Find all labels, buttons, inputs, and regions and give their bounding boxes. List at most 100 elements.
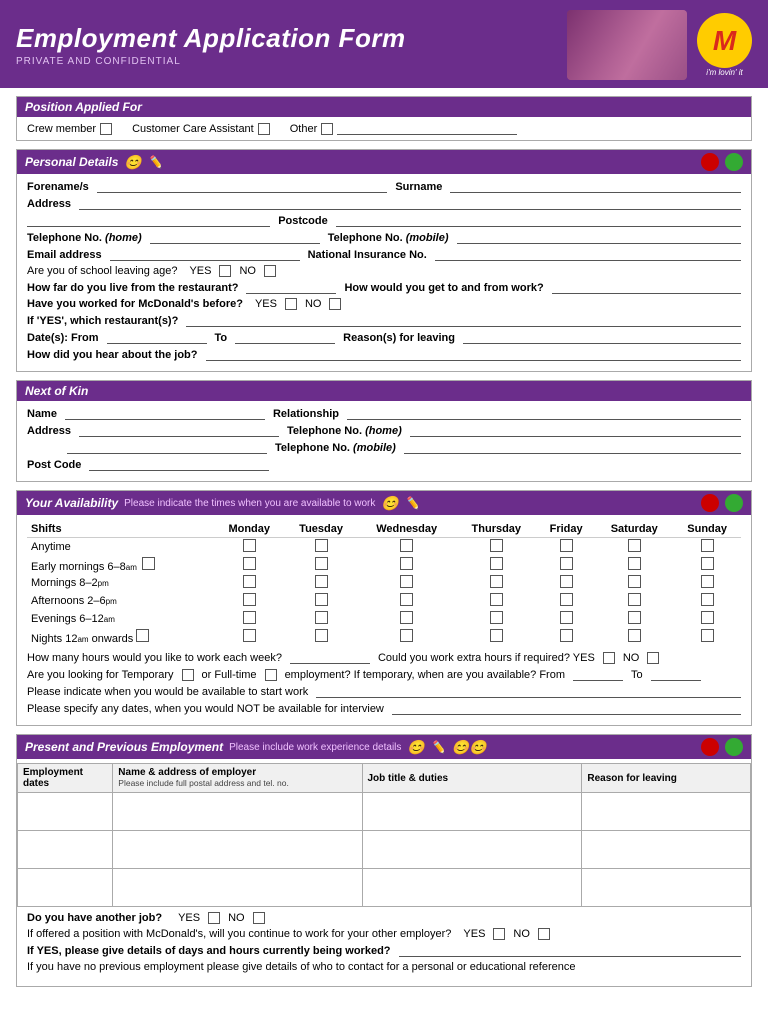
early-fri[interactable] [560,557,573,570]
eve-tue[interactable] [315,611,328,624]
temp-from-input[interactable] [573,668,623,681]
ni-input[interactable] [435,248,741,261]
postcode-input[interactable] [336,214,741,227]
reason-leaving-input[interactable] [463,331,741,344]
address-input[interactable] [79,197,741,210]
morn-sat[interactable] [628,575,641,588]
how-hear-input[interactable] [206,348,742,361]
school-yes-checkbox[interactable] [219,265,231,277]
morn-mon[interactable] [243,575,256,588]
aft-sun[interactable] [701,593,714,606]
aft-tue[interactable] [315,593,328,606]
aft-sat[interactable] [628,593,641,606]
aft-fri[interactable] [560,593,573,606]
another-yes-checkbox[interactable] [208,912,220,924]
emp-date-2[interactable] [18,831,113,869]
kin-address-input[interactable] [79,424,279,437]
emp-name-3[interactable] [113,869,362,907]
another-no-checkbox[interactable] [253,912,265,924]
tel-home-input[interactable] [150,231,320,244]
anytime-wed[interactable] [400,539,413,552]
early-extra-cb[interactable] [142,557,155,570]
customer-care-checkbox[interactable] [258,123,270,135]
not-avail-input[interactable] [392,702,741,715]
emp-job-3[interactable] [362,869,582,907]
kin-tel-home-input[interactable] [410,424,741,437]
continue-yes-checkbox[interactable] [493,928,505,940]
aft-wed[interactable] [400,593,413,606]
morn-fri[interactable] [560,575,573,588]
temp-to-input[interactable] [651,668,701,681]
anytime-fri[interactable] [560,539,573,552]
address2-input[interactable] [27,214,270,227]
extra-yes-checkbox[interactable] [603,652,615,664]
anytime-sat[interactable] [628,539,641,552]
kin-postcode-input[interactable] [89,458,269,471]
morn-sun[interactable] [701,575,714,588]
other-field[interactable] [337,122,517,135]
kin-tel-mobile-input[interactable] [404,441,741,454]
if-yes-hours-input[interactable] [399,944,741,957]
which-restaurant-input[interactable] [186,314,741,327]
eve-sat[interactable] [628,611,641,624]
ngt-tue[interactable] [315,629,328,642]
emp-reason-2[interactable] [582,831,751,869]
extra-no-checkbox[interactable] [647,652,659,664]
kin-name-input[interactable] [65,407,265,420]
tel-mobile-input[interactable] [457,231,741,244]
ngt-fri[interactable] [560,629,573,642]
eve-fri[interactable] [560,611,573,624]
crew-member-checkbox[interactable] [100,123,112,135]
ngt-mon[interactable] [243,629,256,642]
emp-job-1[interactable] [362,793,582,831]
emp-date-1[interactable] [18,793,113,831]
early-thu[interactable] [490,557,503,570]
hours-input[interactable] [290,651,370,664]
early-mon[interactable] [243,557,256,570]
anytime-thu[interactable] [490,539,503,552]
dates-from-input[interactable] [107,331,207,344]
start-work-input[interactable] [316,685,741,698]
early-wed[interactable] [400,557,413,570]
ngt-wed[interactable] [400,629,413,642]
emp-reason-3[interactable] [582,869,751,907]
kin-address2-input[interactable] [67,441,267,454]
temp-checkbox[interactable] [182,669,194,681]
ngt-sun[interactable] [701,629,714,642]
anytime-tue[interactable] [315,539,328,552]
morn-tue[interactable] [315,575,328,588]
ngt-sat[interactable] [628,629,641,642]
morn-wed[interactable] [400,575,413,588]
other-checkbox[interactable] [321,123,333,135]
worked-no-checkbox[interactable] [329,298,341,310]
anytime-mon[interactable] [243,539,256,552]
morn-thu[interactable] [490,575,503,588]
how-far-input[interactable] [246,281,336,294]
worked-yes-checkbox[interactable] [285,298,297,310]
early-tue[interactable] [315,557,328,570]
ngt-thu[interactable] [490,629,503,642]
kin-relationship-input[interactable] [347,407,741,420]
anytime-sun[interactable] [701,539,714,552]
aft-thu[interactable] [490,593,503,606]
eve-sun[interactable] [701,611,714,624]
emp-reason-1[interactable] [582,793,751,831]
early-sat[interactable] [628,557,641,570]
email-input[interactable] [110,248,300,261]
eve-wed[interactable] [400,611,413,624]
fulltime-checkbox[interactable] [265,669,277,681]
eve-mon[interactable] [243,611,256,624]
school-no-checkbox[interactable] [264,265,276,277]
emp-job-2[interactable] [362,831,582,869]
nights-extra-cb[interactable] [136,629,149,642]
surname-input[interactable] [450,180,741,193]
early-sun[interactable] [701,557,714,570]
emp-date-3[interactable] [18,869,113,907]
emp-name-1[interactable] [113,793,362,831]
continue-no-checkbox[interactable] [538,928,550,940]
dates-to-input[interactable] [235,331,335,344]
eve-thu[interactable] [490,611,503,624]
aft-mon[interactable] [243,593,256,606]
forename-input[interactable] [97,180,388,193]
how-get-input[interactable] [552,281,741,294]
